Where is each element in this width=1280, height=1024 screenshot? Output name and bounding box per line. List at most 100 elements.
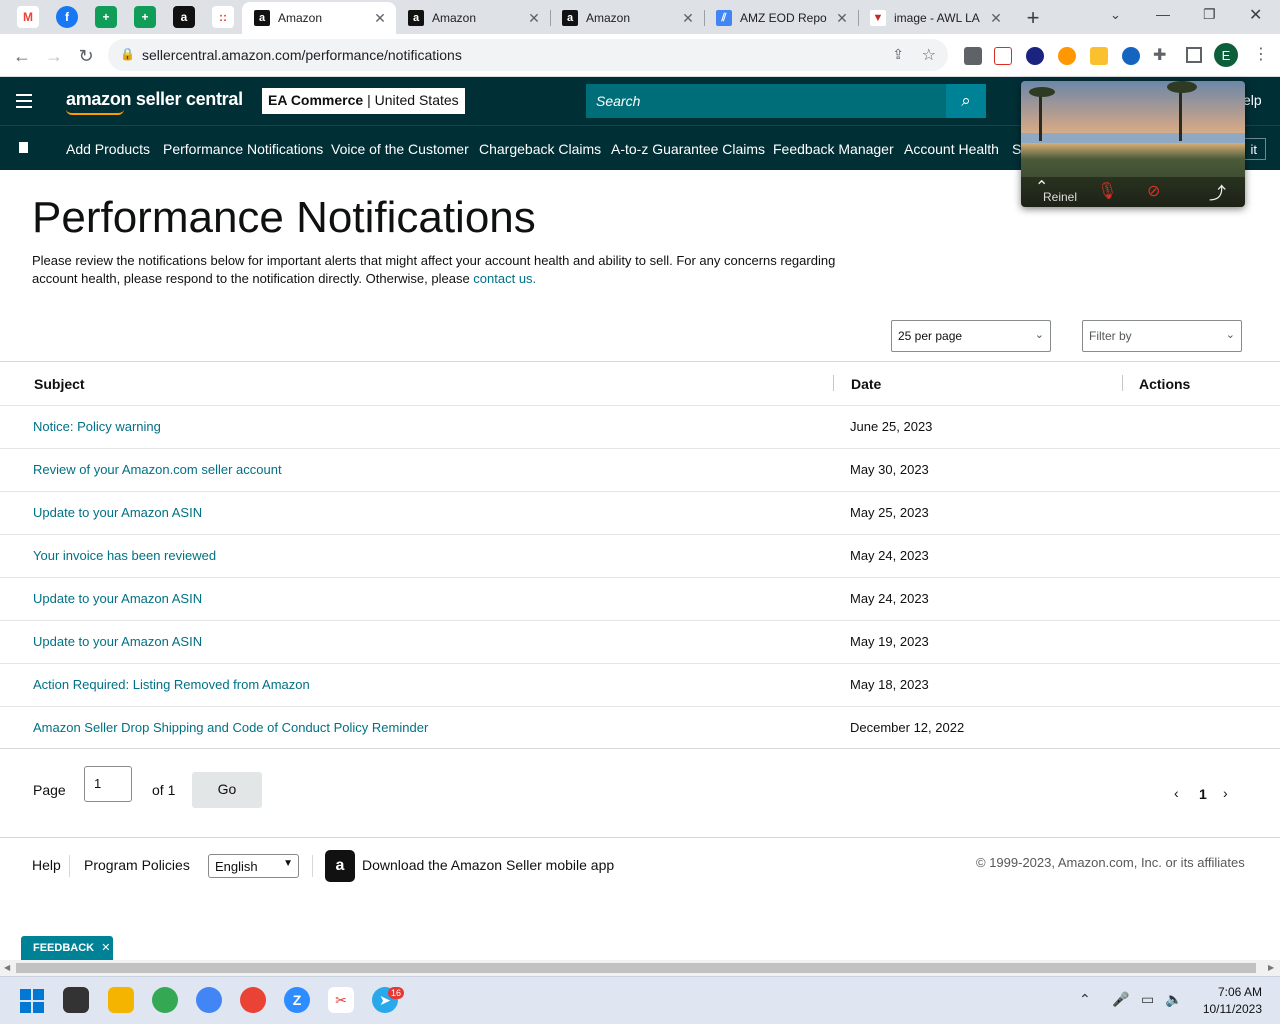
nav-truncated-item[interactable]: S [1012, 141, 1021, 157]
chevron-up-icon[interactable]: ⌃ [1079, 991, 1091, 1008]
amazon-app-icon[interactable]: a [325, 850, 355, 882]
store-switcher[interactable]: EA Commerce | United States [262, 88, 465, 114]
help-link[interactable]: elp [1243, 92, 1262, 108]
pop-out-icon[interactable]: ⤴ [1209, 179, 1226, 204]
notification-subject-link[interactable]: Notice: Policy warning [33, 419, 161, 434]
gmail-pinned-tab[interactable]: M [17, 6, 39, 28]
search-button[interactable]: ⌕ [946, 84, 986, 118]
facebook-pinned-tab[interactable]: f [56, 6, 78, 28]
tab-search-icon[interactable]: ⌄ [1110, 7, 1121, 23]
browser-menu-icon[interactable]: ⋮ [1253, 44, 1269, 64]
close-window-icon[interactable]: ✕ [1249, 5, 1262, 25]
sheets-pinned-tab-2[interactable]: + [134, 6, 156, 28]
tab-amazon-3[interactable]: a Amazon ✕ [550, 2, 704, 34]
profile-avatar[interactable]: E [1214, 43, 1238, 67]
mic-muted-icon[interactable]: 🎙 [1097, 181, 1117, 201]
notification-subject-link[interactable]: Amazon Seller Drop Shipping and Code of … [33, 720, 428, 735]
extensions-puzzle-icon[interactable]: ✚ [1153, 45, 1166, 65]
back-arrow-icon[interactable]: ← [10, 44, 34, 68]
page-number-input[interactable]: 1 [84, 766, 132, 802]
tab-amazon-active[interactable]: a Amazon ✕ [242, 2, 396, 34]
nav-add-products[interactable]: Add Products [66, 141, 150, 157]
volume-icon[interactable]: 🔈 [1165, 991, 1182, 1008]
snipping-tool-icon[interactable]: ✂ [328, 987, 354, 1013]
sheets-pinned-tab[interactable]: + [95, 6, 117, 28]
language-select[interactable]: English ▼ [208, 854, 299, 878]
current-page-number[interactable]: 1 [1199, 786, 1207, 802]
nav-feedback-manager[interactable]: Feedback Manager [773, 141, 894, 157]
minimize-icon[interactable]: — [1156, 6, 1170, 22]
chrome-profile-3-icon[interactable] [240, 987, 266, 1013]
share-icon[interactable]: ⇪ [892, 46, 904, 63]
hamburger-menu-icon[interactable] [16, 94, 32, 108]
close-icon[interactable]: ✕ [101, 942, 110, 954]
extension-blue-icon[interactable] [1122, 47, 1140, 65]
close-tab-icon[interactable]: ✕ [678, 10, 698, 27]
per-page-select[interactable]: 25 per page ⌄ [891, 320, 1051, 352]
chrome-profile-2-icon[interactable] [196, 987, 222, 1013]
nav-chargeback-claims[interactable]: Chargeback Claims [479, 141, 601, 157]
nav-performance-notifications[interactable]: Performance Notifications [163, 141, 323, 157]
search-input[interactable]: Search [586, 84, 946, 118]
tab-amazon-2[interactable]: a Amazon ✕ [396, 2, 550, 34]
notification-subject-link[interactable]: Update to your Amazon ASIN [33, 634, 202, 649]
amazon-pinned-tab[interactable]: a [173, 6, 195, 28]
scrollbar-thumb[interactable] [16, 963, 1256, 973]
close-tab-icon[interactable]: ✕ [986, 10, 1006, 27]
seller-central-logo[interactable]: amazon seller central [66, 89, 243, 110]
tab-image-awl[interactable]: ▼ image - AWL LA ✕ [858, 2, 1012, 34]
reload-icon[interactable]: ↻ [74, 44, 98, 68]
go-button[interactable]: Go [192, 772, 262, 808]
bookmark-icon[interactable] [19, 142, 28, 153]
close-tab-icon[interactable]: ✕ [832, 10, 852, 27]
palm-tree [1039, 91, 1042, 141]
camera-off-icon[interactable]: ⊘ [1147, 181, 1160, 201]
notification-subject-link[interactable]: Update to your Amazon ASIN [33, 591, 202, 606]
nav-atoz-claims[interactable]: A-to-z Guarantee Claims [611, 141, 765, 157]
horizontal-scrollbar[interactable]: ◀ ▶ [0, 960, 1280, 976]
filter-select[interactable]: Filter by ⌄ [1082, 320, 1242, 352]
prev-page-icon[interactable]: ‹ [1174, 785, 1179, 801]
extension-orange-icon[interactable] [1058, 47, 1076, 65]
scroll-right-icon[interactable]: ▶ [1268, 963, 1274, 972]
scroll-left-icon[interactable]: ◀ [4, 963, 10, 972]
notification-subject-link[interactable]: Your invoice has been reviewed [33, 548, 216, 563]
extension-link-icon[interactable] [994, 47, 1012, 65]
clock-time[interactable]: 7:06 AM [1200, 985, 1262, 999]
extension-grid-icon[interactable] [1026, 47, 1044, 65]
address-bar[interactable]: 🔒 sellercentral.amazon.com/performance/n… [108, 39, 948, 71]
windows-start-icon[interactable] [20, 989, 44, 1013]
download-app-link[interactable]: Download the Amazon Seller mobile app [362, 857, 614, 873]
extension-scout-icon[interactable] [1090, 47, 1108, 65]
nav-account-health[interactable]: Account Health [904, 141, 999, 157]
clock-date[interactable]: 10/11/2023 [1190, 1002, 1262, 1016]
notification-subject-link[interactable]: Action Required: Listing Removed from Am… [33, 677, 310, 692]
side-panel-icon[interactable] [1186, 47, 1202, 63]
network-icon[interactable]: ▭ [1141, 991, 1154, 1008]
apps-pinned-tab[interactable]: :: [212, 6, 234, 28]
notification-subject-link[interactable]: Update to your Amazon ASIN [33, 505, 202, 520]
zoom-icon[interactable]: Z [284, 987, 310, 1013]
notification-subject-link[interactable]: Review of your Amazon.com seller account [33, 462, 282, 477]
feedback-tab[interactable]: FEEDBACK ✕ [21, 936, 113, 960]
next-page-icon[interactable]: › [1223, 785, 1228, 801]
microphone-icon[interactable]: 🎤 [1112, 991, 1129, 1008]
extension-off-icon[interactable] [964, 47, 982, 65]
close-tab-icon[interactable]: ✕ [524, 10, 544, 27]
chrome-profile-e-icon[interactable] [152, 987, 178, 1013]
tab-title: Amazon [586, 11, 631, 25]
new-tab-button[interactable]: + [1022, 5, 1044, 30]
bookmark-star-icon[interactable]: ☆ [922, 45, 936, 65]
video-call-overlay[interactable]: ⌃ Reinel 🎙 ⊘ ⤴ [1021, 81, 1245, 207]
task-view-icon[interactable] [63, 987, 89, 1013]
nav-voice-of-customer[interactable]: Voice of the Customer [331, 141, 469, 157]
help-link[interactable]: Help [32, 857, 61, 873]
restore-icon[interactable]: ❐ [1203, 6, 1216, 23]
tab-amz-eod-report[interactable]: ⫽ AMZ EOD Repo ✕ [704, 2, 858, 34]
file-explorer-icon[interactable] [108, 987, 134, 1013]
program-policies-link[interactable]: Program Policies [84, 857, 190, 873]
contact-us-link[interactable]: contact us. [473, 271, 536, 286]
column-header-date: Date [851, 376, 882, 392]
forward-arrow-icon[interactable]: → [42, 44, 66, 68]
close-tab-icon[interactable]: ✕ [370, 10, 390, 27]
